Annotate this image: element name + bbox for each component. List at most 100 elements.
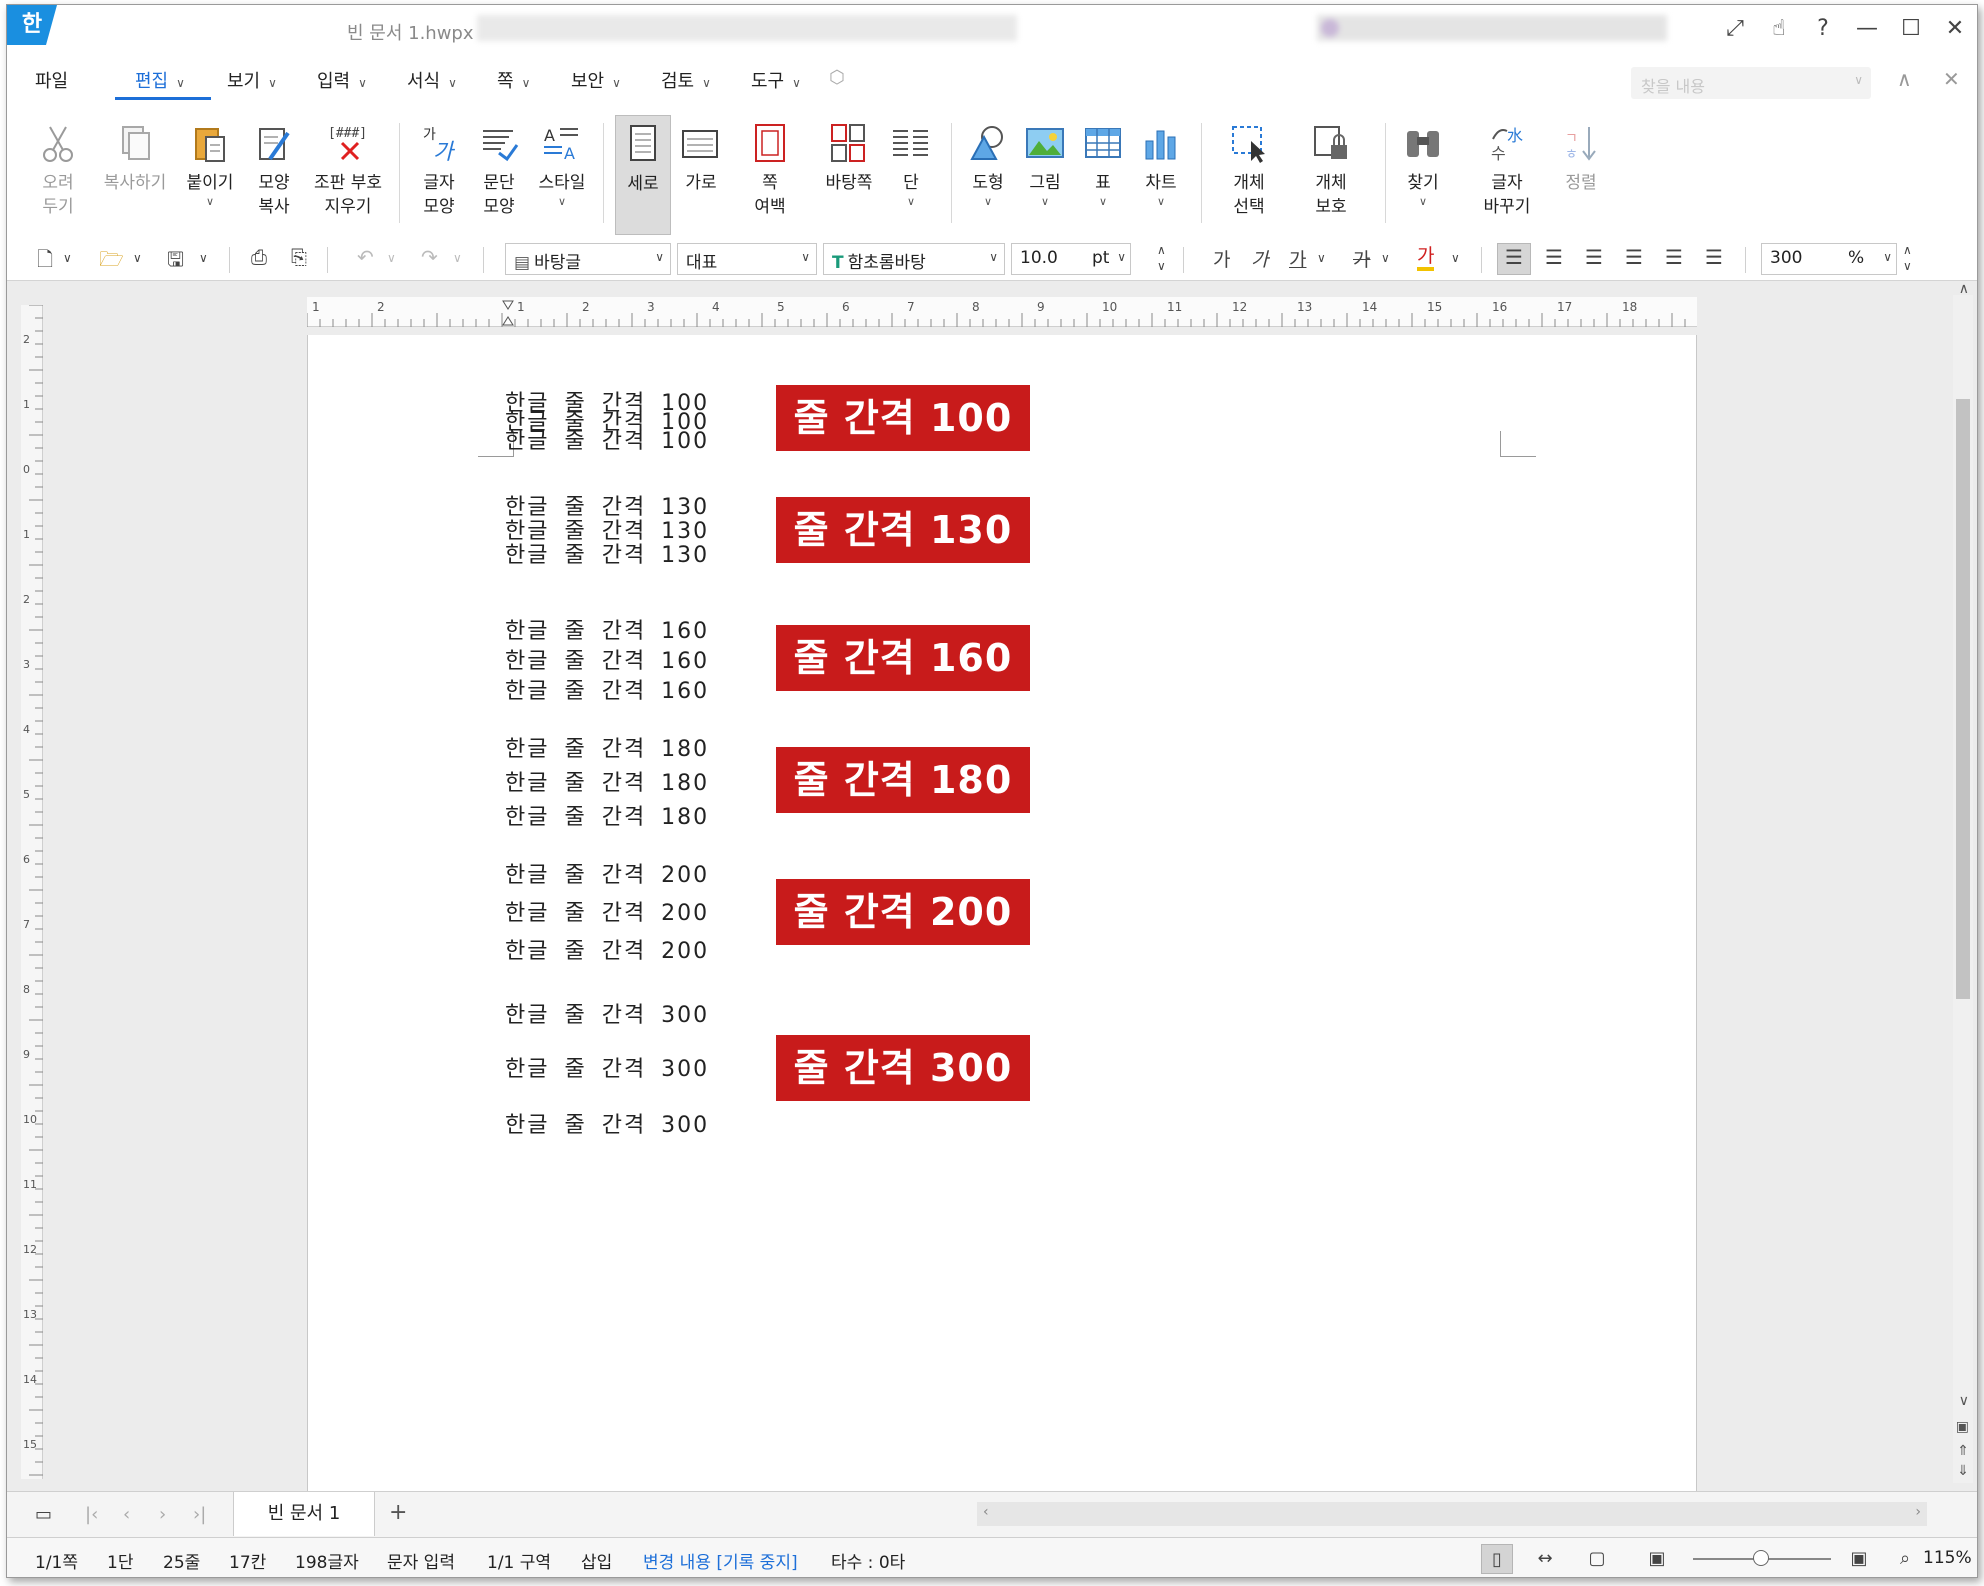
line-spacing-field[interactable]: 300 % ∨ bbox=[1761, 243, 1897, 275]
scroll-right-icon[interactable]: › bbox=[1915, 1504, 1921, 1520]
horizontal-scrollbar[interactable]: ‹ › bbox=[977, 1502, 1927, 1526]
close-doc-icon[interactable]: ✕ bbox=[1943, 67, 1960, 91]
menu-insert[interactable]: 입력 ∨ bbox=[317, 67, 367, 93]
search-field[interactable]: 찾을 내용 ∨ bbox=[1631, 67, 1871, 99]
page-margin-button[interactable]: 쪽 여백 bbox=[739, 115, 801, 235]
view-page-icon[interactable]: ▯ bbox=[1481, 1544, 1513, 1574]
hand-icon[interactable]: ☝ bbox=[1757, 16, 1801, 41]
chevron-down-icon[interactable]: ∨ bbox=[1317, 251, 1326, 265]
chevron-down-icon[interactable]: ∨ bbox=[959, 195, 1017, 209]
tab-list-icon[interactable]: ▭ bbox=[35, 1504, 52, 1525]
menu-format[interactable]: 서식 ∨ bbox=[407, 67, 457, 93]
style-select[interactable]: ▤ 바탕글 ∨ bbox=[505, 243, 671, 275]
strikethrough-button[interactable]: 가 bbox=[1353, 245, 1370, 272]
menu-security[interactable]: 보안 ∨ bbox=[571, 67, 621, 93]
cut-button[interactable]: 오려 두기 bbox=[29, 115, 87, 235]
spin-down-icon[interactable]: ∨ bbox=[1157, 259, 1166, 273]
find-button[interactable]: 찾기 ∨ bbox=[1395, 115, 1451, 235]
horizontal-ruler[interactable]: 2 1 1 2 3 4 5 6 7 8 9 10 11 12 13 14 15 16 17 18 bbox=[307, 297, 1697, 327]
magnifier-icon[interactable]: ⌕ bbox=[1889, 1544, 1921, 1574]
scroll-down-icon[interactable]: ∨ bbox=[1959, 1393, 1969, 1409]
status-track-changes[interactable]: 변경 내용 [기록 중지] bbox=[643, 1548, 798, 1573]
paste-button[interactable]: 붙이기 ∨ bbox=[179, 115, 241, 235]
zoom-slider-knob[interactable] bbox=[1753, 1550, 1769, 1566]
style-button[interactable]: AA 스타일 ∨ bbox=[531, 115, 593, 235]
font-size-field[interactable]: 10.0 pt ∨ bbox=[1011, 243, 1131, 275]
spin-up-icon[interactable]: ∧ bbox=[1157, 243, 1166, 257]
menu-review[interactable]: 검토 ∨ bbox=[661, 67, 711, 93]
add-tab-button[interactable]: + bbox=[389, 1500, 407, 1525]
scrollbar-thumb[interactable] bbox=[1956, 399, 1970, 999]
picture-button[interactable]: 그림 ∨ bbox=[1017, 115, 1073, 235]
line-spacing-label-badge[interactable]: 줄 간격 200 bbox=[776, 879, 1030, 945]
portrait-button[interactable]: 세로 bbox=[615, 115, 671, 235]
menu-edit[interactable]: 편집 ∨ bbox=[135, 67, 185, 93]
font-color-button[interactable]: 가 bbox=[1417, 245, 1435, 271]
spin-up-icon[interactable]: ∧ bbox=[1903, 243, 1912, 257]
landscape-button[interactable]: 가로 bbox=[673, 115, 729, 235]
hancom-app-icon[interactable]: 한 bbox=[7, 5, 57, 45]
expand-icon[interactable]: ⤢ bbox=[1713, 16, 1757, 41]
page-view-icon[interactable]: ▣ bbox=[1956, 1419, 1969, 1435]
chevron-down-icon[interactable]: ∨ bbox=[1381, 251, 1390, 265]
chevron-down-icon[interactable]: ∨ bbox=[133, 251, 142, 265]
scroll-left-icon[interactable]: ‹ bbox=[983, 1504, 989, 1520]
table-button[interactable]: 표 ∨ bbox=[1075, 115, 1131, 235]
chart-button[interactable]: 차트 ∨ bbox=[1133, 115, 1189, 235]
zoom-in-icon[interactable]: ▣ bbox=[1843, 1544, 1875, 1574]
chevron-down-icon[interactable]: ∨ bbox=[531, 195, 593, 209]
chevron-down-icon[interactable]: ∨ bbox=[1133, 195, 1189, 209]
document-text-line[interactable]: 한글 줄 간격 200 bbox=[505, 933, 709, 965]
undo-icon[interactable]: ↶ bbox=[357, 245, 374, 269]
status-input-mode[interactable]: 문자 입력 bbox=[387, 1548, 455, 1573]
zoom-out-icon[interactable]: ▣ bbox=[1641, 1544, 1673, 1574]
prev-page-icon[interactable]: ⇑ bbox=[1957, 1443, 1969, 1459]
status-char-count[interactable]: 198글자 bbox=[295, 1548, 359, 1573]
first-tab-icon[interactable]: |‹ bbox=[85, 1504, 98, 1525]
status-page[interactable]: 1/1쪽 bbox=[35, 1548, 78, 1573]
collapse-ribbon-icon[interactable]: ∧ bbox=[1897, 67, 1912, 91]
chevron-down-icon[interactable]: ∨ bbox=[883, 195, 939, 209]
align-right-icon[interactable]: ☰ bbox=[1625, 245, 1643, 269]
vertical-ruler[interactable]: 2 1 0 1 2 3 4 5 6 7 8 9 10 11 12 13 14 15 bbox=[21, 305, 43, 1479]
align-left-icon[interactable]: ☰ bbox=[1545, 245, 1563, 269]
chevron-down-icon[interactable]: ∨ bbox=[387, 251, 396, 265]
menu-file[interactable]: 파일 bbox=[35, 67, 68, 93]
chevron-down-icon[interactable]: ∨ bbox=[179, 195, 241, 209]
char-shape-button[interactable]: 가가 글자 모양 bbox=[411, 115, 467, 235]
format-painter-button[interactable]: 모양 복사 bbox=[245, 115, 303, 235]
menu-page[interactable]: 쪽 ∨ bbox=[497, 67, 530, 93]
align-distribute-icon[interactable]: ☰ bbox=[1665, 245, 1683, 269]
shape-button[interactable]: 도형 ∨ bbox=[959, 115, 1017, 235]
document-text-line[interactable]: 한글 줄 간격 200 bbox=[505, 895, 709, 927]
shapes-palette-icon[interactable]: ⬡ bbox=[829, 67, 845, 88]
print-preview-icon[interactable]: ⎘ bbox=[291, 245, 307, 269]
document-text-line[interactable]: 한글 줄 간격 300 bbox=[505, 997, 709, 1029]
scroll-up-icon[interactable]: ∧ bbox=[1959, 281, 1969, 297]
font-select[interactable]: T 함초롬바탕 ∨ bbox=[823, 243, 1005, 275]
maximize-icon[interactable]: ☐ bbox=[1889, 16, 1933, 41]
next-tab-icon[interactable]: › bbox=[159, 1504, 166, 1525]
last-tab-icon[interactable]: ›| bbox=[193, 1504, 206, 1525]
line-spacing-label-badge[interactable]: 줄 간격 180 bbox=[776, 747, 1030, 813]
vertical-scrollbar[interactable]: ∧ ∨ ▣ ⇑ ⇓ bbox=[1953, 281, 1973, 1483]
chevron-down-icon[interactable]: ∨ bbox=[453, 251, 462, 265]
language-select[interactable]: 대표 ∨ bbox=[677, 243, 817, 275]
redo-icon[interactable]: ↷ bbox=[421, 245, 438, 269]
columns-button[interactable]: 단 ∨ bbox=[883, 115, 939, 235]
fit-page-icon[interactable]: ▢ bbox=[1581, 1544, 1613, 1574]
blurred-account[interactable] bbox=[1317, 15, 1667, 41]
protect-object-button[interactable]: 개체 보호 bbox=[1295, 115, 1367, 235]
document-text-line[interactable]: 한글 줄 간격 130 bbox=[505, 537, 709, 569]
new-document-icon[interactable]: 🗋 bbox=[37, 245, 53, 279]
line-spacing-label-badge[interactable]: 줄 간격 130 bbox=[776, 497, 1030, 563]
menu-tools[interactable]: 도구 ∨ bbox=[751, 67, 801, 93]
clear-markup-button[interactable]: [###] 조판 부호 지우기 bbox=[307, 115, 389, 235]
line-spacing-label-badge[interactable]: 줄 간격 300 bbox=[776, 1035, 1030, 1101]
fit-width-icon[interactable]: ↔ bbox=[1529, 1544, 1561, 1574]
close-icon[interactable]: ✕ bbox=[1933, 16, 1977, 41]
document-text-line[interactable]: 한글 줄 간격 200 bbox=[505, 857, 709, 889]
spin-down-icon[interactable]: ∨ bbox=[1903, 259, 1912, 273]
document-text-line[interactable]: 한글 줄 간격 300 bbox=[505, 1107, 709, 1139]
underline-button[interactable]: 가 bbox=[1289, 245, 1306, 272]
